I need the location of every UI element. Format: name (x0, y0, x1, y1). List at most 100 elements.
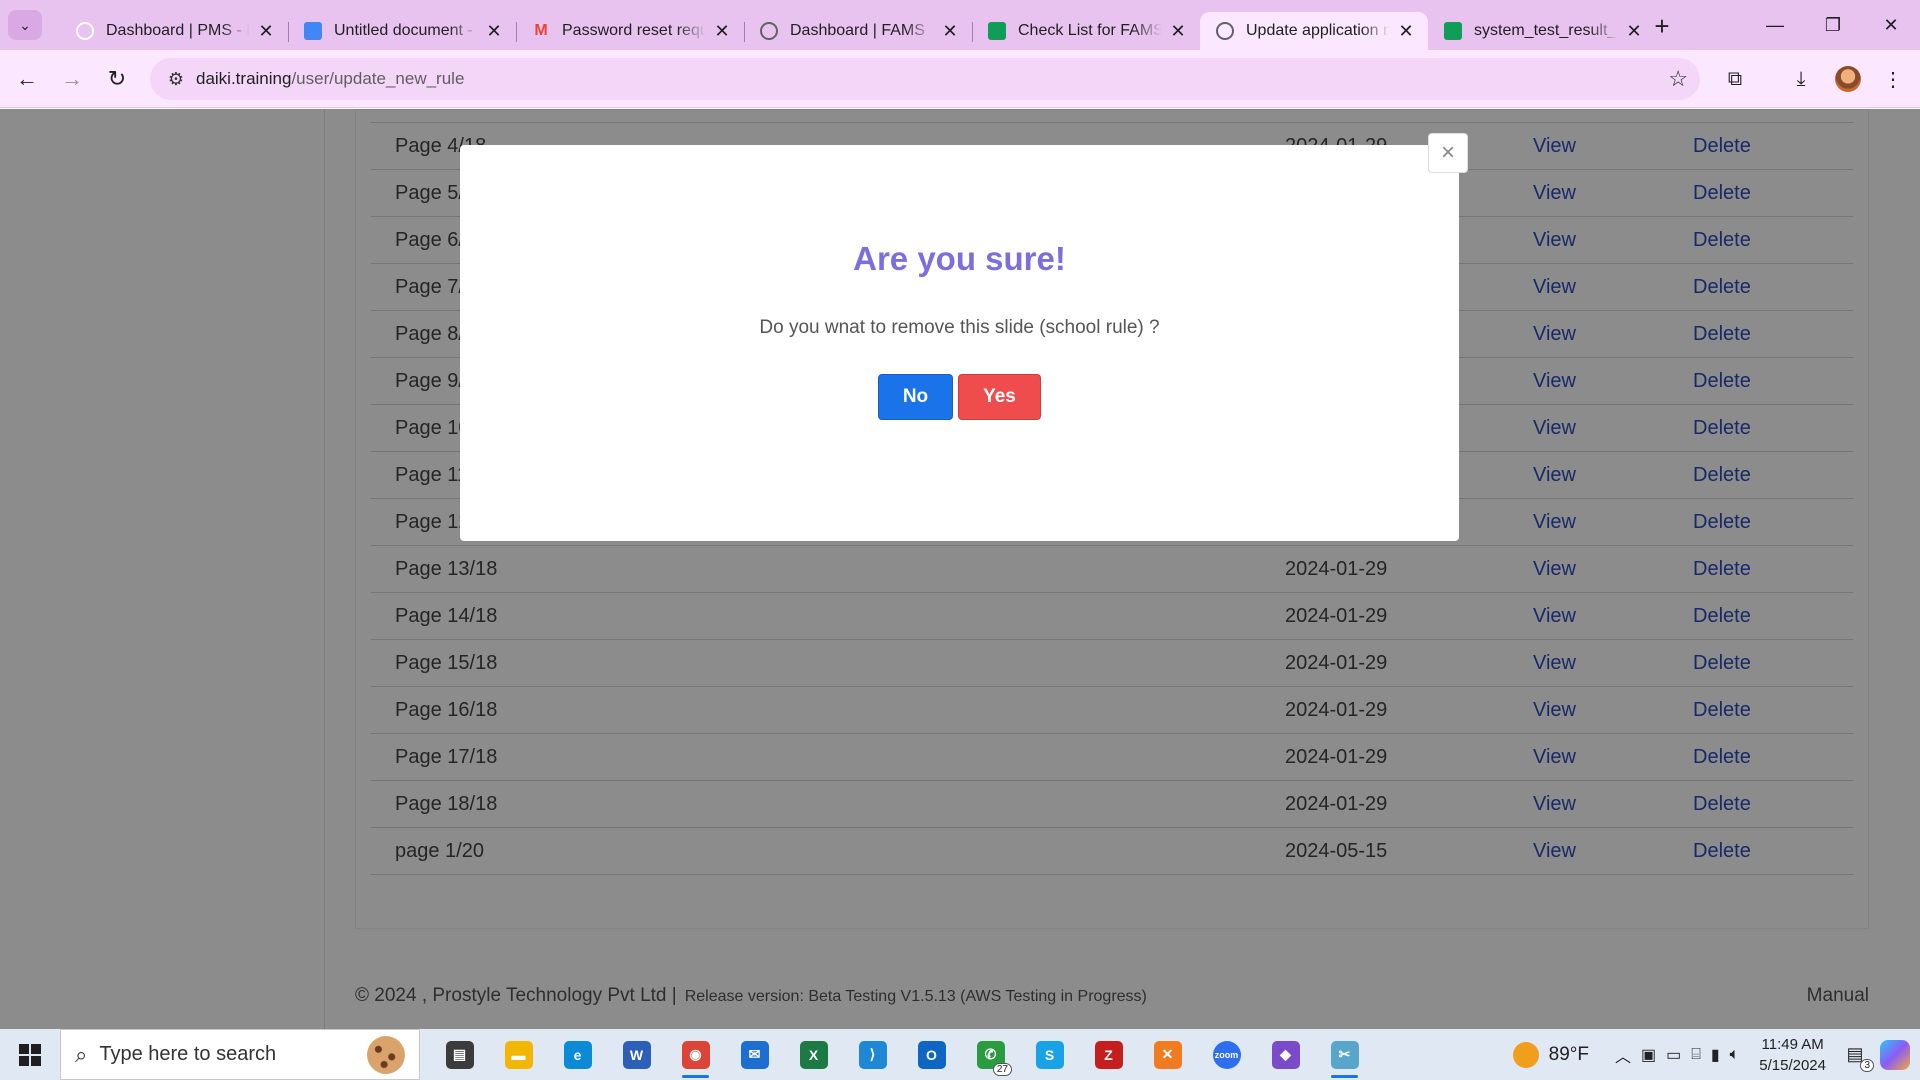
url-text[interactable]: daiki.training/user/update_new_rule (196, 69, 464, 89)
tab-close-icon[interactable]: ✕ (1396, 21, 1416, 41)
task-view-icon: ▤ (445, 1040, 474, 1069)
battery-icon[interactable]: ▮ (1711, 1045, 1720, 1065)
reload-button[interactable]: ↻ (100, 62, 134, 96)
tab-search-button[interactable]: ⌄ (8, 10, 42, 40)
browser-tab[interactable]: Untitled document - G ✕ (288, 12, 516, 50)
snipping-tool-icon: ✂ (1330, 1040, 1359, 1069)
taskbar-app[interactable]: ✕ (1138, 1029, 1197, 1080)
tab-close-icon[interactable]: ✕ (256, 21, 276, 41)
browser-tab[interactable]: M Password reset reque ✕ (516, 12, 744, 50)
globe-icon (1216, 22, 1234, 40)
globe-icon (76, 22, 94, 40)
volume-icon[interactable]: 🔈︎ (1730, 1046, 1740, 1064)
word-icon: W (622, 1040, 651, 1069)
taskbar-app[interactable]: ✂ (1315, 1029, 1374, 1080)
tab-list: Dashboard | PMS - Pr ✕ Untitled document -… (60, 6, 1656, 50)
new-tab-button[interactable]: + (1648, 11, 1676, 41)
taskbar-app[interactable]: ✆ 27 (961, 1029, 1020, 1080)
network-icon[interactable]: ⌸ (1691, 1046, 1701, 1064)
chevron-down-icon: ⌄ (19, 16, 31, 33)
browser-menu-icon[interactable]: ⋮ (1876, 62, 1910, 96)
tab-title: Password reset reque (562, 22, 706, 39)
bookmark-star-icon[interactable]: ☆ (1668, 66, 1688, 92)
clock[interactable]: 11:49 AM 5/15/2024 (1759, 1034, 1826, 1076)
minimize-button[interactable]: — (1752, 10, 1798, 40)
tab-close-icon[interactable]: ✕ (484, 21, 504, 41)
clock-time: 11:49 AM (1761, 1035, 1824, 1053)
start-button[interactable] (0, 1029, 60, 1080)
meet-now-icon[interactable]: ▣ (1641, 1045, 1656, 1065)
search-placeholder: Type here to search (99, 1043, 277, 1065)
taskbar-app[interactable]: ▤ (430, 1029, 489, 1080)
taskbar-app[interactable]: zoom (1197, 1029, 1256, 1080)
taskbar-app[interactable]: ▬ (489, 1029, 548, 1080)
taskbar-app[interactable]: e (548, 1029, 607, 1080)
browser-tab[interactable]: Check List for FAMS ✕ (972, 12, 1200, 50)
back-button[interactable]: ← (10, 62, 44, 96)
taskbar-app[interactable]: ◉ (666, 1029, 725, 1080)
modal-close-button[interactable]: × (1428, 133, 1468, 173)
chevron-up-icon[interactable]: ︿ (1615, 1043, 1631, 1067)
browser-toolbar: ← → ↻ ⚙ daiki.training/user/update_new_r… (0, 50, 1920, 108)
tab-close-icon[interactable]: ✕ (1168, 21, 1188, 41)
taskbar-app[interactable]: ◆ (1256, 1029, 1315, 1080)
downloads-icon[interactable]: ⤓ (1784, 62, 1818, 96)
browser-tab[interactable]: Dashboard | FAMS ✕ (744, 12, 972, 50)
tab-strip: ⌄ Dashboard | PMS - Pr ✕ Untitled document… (0, 0, 1920, 50)
browser-tab[interactable]: system_test_result_sr ✕ (1428, 12, 1656, 50)
notification-count: 3 (1860, 1058, 1874, 1072)
system-tray: 89°F ︿ ▣ ▭ ⌸ ▮ 🔈︎ 11:49 AM 5/15/2024 ▤ 3 (1512, 1029, 1920, 1080)
skype-icon: S (1035, 1040, 1064, 1069)
mail-icon: ✉ (740, 1040, 769, 1069)
page: Page 4/182024-01-29ViewDeletePage 5/1820… (0, 109, 1920, 1029)
confirm-delete-modal: × Are you sure! Do you wnat to remove th… (460, 133, 1468, 541)
tab-title: Dashboard | PMS - Pr (106, 22, 250, 39)
close-window-button[interactable]: ✕ (1868, 10, 1914, 40)
tab-close-icon[interactable]: ✕ (1624, 21, 1644, 41)
no-button[interactable]: No (878, 374, 953, 420)
modal-actions: No Yes (460, 374, 1459, 420)
restore-button[interactable]: ❐ (1810, 10, 1856, 40)
sheets-icon (988, 22, 1006, 40)
weather-temp: 89°F (1548, 1043, 1589, 1065)
search-icon: ⌕ (75, 1041, 88, 1067)
outlook-icon: O (917, 1040, 946, 1069)
modal-title: Are you sure! (853, 240, 1066, 277)
taskbar-search[interactable]: ⌕ Type here to search (60, 1029, 420, 1080)
weather-icon (1512, 1041, 1539, 1068)
weather-widget[interactable]: 89°F (1512, 1041, 1589, 1068)
browser-tab[interactable]: Update application n ✕ (1200, 12, 1428, 50)
taskbar-app[interactable]: S (1020, 1029, 1079, 1080)
profile-avatar[interactable] (1835, 66, 1861, 92)
site-info-icon[interactable]: ⚙ (156, 58, 196, 100)
docs-icon (304, 22, 322, 40)
yes-button[interactable]: Yes (958, 374, 1041, 420)
taskbar-app[interactable]: O (902, 1029, 961, 1080)
zoom-icon: zoom (1212, 1040, 1241, 1069)
clock-date: 5/15/2024 (1759, 1056, 1826, 1074)
taskbar: ⌕ Type here to search ▤ ▬ e W ◉ ✉ X ⟩ O ✆ 27 S Z ✕ zoo… (0, 1029, 1920, 1080)
taskbar-app[interactable]: W (607, 1029, 666, 1080)
browser-tab[interactable]: Dashboard | PMS - Pr ✕ (60, 12, 288, 50)
sheets-icon (1444, 22, 1462, 40)
display-icon[interactable]: ▭ (1666, 1045, 1681, 1065)
taskbar-app[interactable]: ⟩ (843, 1029, 902, 1080)
tab-close-icon[interactable]: ✕ (940, 21, 960, 41)
app-badge: 27 (992, 1063, 1012, 1076)
extensions-icon[interactable]: ⧉ (1718, 62, 1752, 96)
globe-icon (760, 22, 778, 40)
notifications-icon[interactable]: ▤ 3 (1840, 1040, 1874, 1072)
forward-button[interactable]: → (55, 62, 89, 96)
taskbar-app[interactable]: ✉ (725, 1029, 784, 1080)
taskbar-app[interactable]: X (784, 1029, 843, 1080)
address-bar[interactable]: ⚙ daiki.training/user/update_new_rule ☆ (150, 58, 1700, 100)
cookie-icon[interactable] (367, 1036, 405, 1074)
tab-close-icon[interactable]: ✕ (712, 21, 732, 41)
tab-title: Dashboard | FAMS (790, 22, 925, 39)
copilot-icon[interactable] (1880, 1039, 1910, 1070)
edge-icon: e (563, 1040, 592, 1069)
tab-title: Check List for FAMS (1018, 22, 1162, 39)
taskbar-app[interactable]: Z (1079, 1029, 1138, 1080)
windows-logo-icon (19, 1043, 41, 1066)
tab-title: Untitled document - G (334, 22, 478, 39)
